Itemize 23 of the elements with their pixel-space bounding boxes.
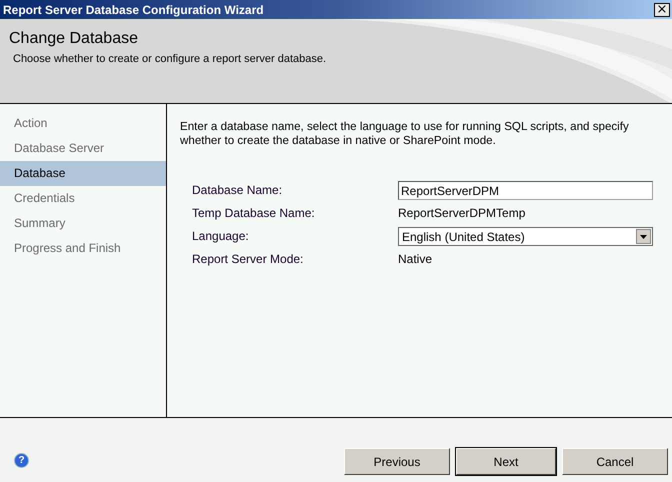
- intro-text: Enter a database name, select the language to use for running SQL scripts, and specify whether to create the database in native or SharePoint mode.: [180, 120, 630, 148]
- field-label: Temp Database Name:: [192, 205, 316, 222]
- language-dropdown[interactable]: English (United States): [398, 227, 653, 246]
- field-value: Native: [398, 251, 434, 268]
- sidebar-item[interactable]: Database Server: [0, 136, 166, 161]
- sidebar-item[interactable]: Action: [0, 111, 166, 136]
- field-label: Report Server Mode:: [192, 251, 304, 268]
- page-subtitle: Choose whether to create or configure a report server database.: [13, 53, 328, 65]
- field-value: ReportServerDPMTemp: [398, 205, 526, 222]
- sidebar-item[interactable]: Credentials: [0, 186, 166, 211]
- wizard-button[interactable]: Cancel: [562, 448, 668, 475]
- close-button[interactable]: ×: [654, 2, 670, 16]
- wizard-button[interactable]: Next: [456, 448, 556, 475]
- input-field[interactable]: ReportServerDPM: [398, 181, 653, 200]
- help-icon[interactable]: ?: [14, 453, 29, 468]
- field-label: Database Name:: [192, 182, 284, 199]
- window-title: Report Server Database Configuration Wizard: [3, 2, 264, 16]
- sidebar-item[interactable]: Progress and Finish: [0, 236, 166, 261]
- sidebar-item[interactable]: Summary: [0, 211, 166, 236]
- wizard-button[interactable]: Previous: [344, 448, 450, 475]
- page-title: Change Database: [9, 30, 139, 48]
- field-label: Language:: [192, 228, 250, 245]
- sidebar-item[interactable]: Database: [0, 161, 166, 186]
